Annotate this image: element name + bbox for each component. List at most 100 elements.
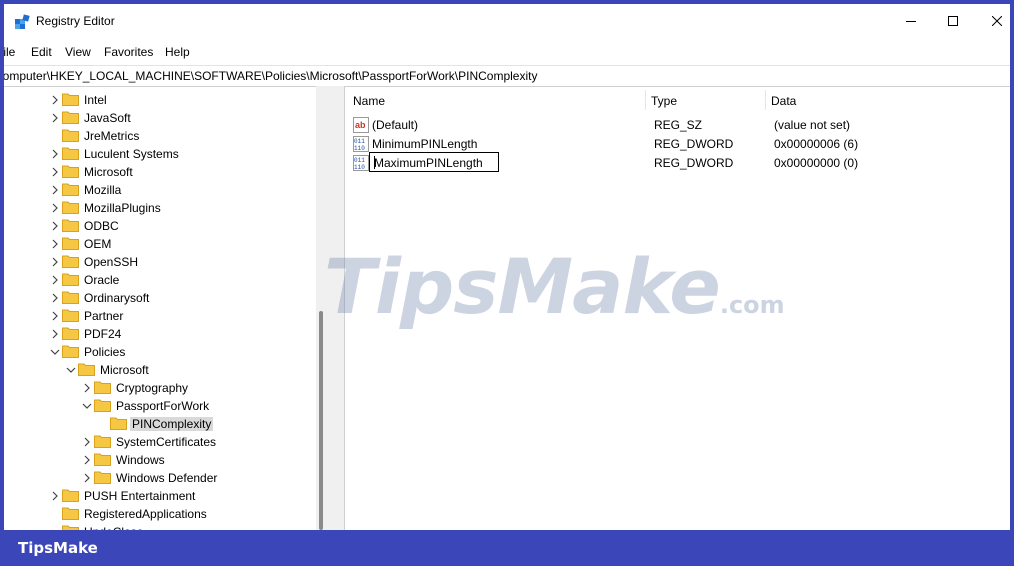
tree-node-label: RegisteredApplications [84, 507, 207, 521]
string-value-icon: ab [353, 117, 369, 133]
column-divider[interactable] [765, 90, 766, 110]
column-header-type[interactable]: Type [651, 94, 677, 108]
registry-editor-icon [14, 14, 30, 30]
menu-file[interactable]: File [4, 45, 15, 59]
address-path[interactable]: Computer\HKEY_LOCAL_MACHINE\SOFTWARE\Pol… [4, 69, 537, 83]
close-button[interactable] [974, 4, 1010, 40]
chevron-right-icon[interactable] [50, 238, 60, 249]
value-data: 0x00000000 (0) [774, 156, 859, 170]
tree-node-label: Policies [84, 345, 126, 359]
chevron-right-icon[interactable] [50, 184, 60, 195]
registry-editor-window: Registry Editor File Edit View Favorites… [4, 4, 1010, 530]
chevron-right-icon[interactable] [82, 472, 92, 483]
key-tree: Intel JavaSoft JreMetrics Luculent Systems M… [4, 86, 328, 530]
chevron-down-icon[interactable] [66, 364, 76, 374]
folder-icon [62, 110, 79, 124]
column-header-name[interactable]: Name [353, 94, 385, 108]
folder-icon [62, 146, 79, 160]
chevron-right-icon[interactable] [50, 328, 60, 339]
folder-icon [94, 398, 111, 412]
watermark: TipsMake.com [324, 242, 785, 331]
value-data: 0x00000006 (6) [774, 137, 859, 151]
svg-text:110: 110 [354, 145, 365, 152]
chevron-right-icon[interactable] [50, 310, 60, 321]
tree-node-label: Luculent Systems [84, 147, 179, 161]
folder-icon [62, 128, 79, 142]
chevron-right-icon[interactable] [50, 166, 60, 177]
chevron-down-icon[interactable] [82, 400, 92, 410]
text-caret [374, 156, 375, 169]
tree-node-label: UndoClose [84, 525, 143, 530]
column-divider[interactable] [645, 90, 646, 110]
folder-icon [110, 416, 127, 430]
chevron-right-icon[interactable] [50, 490, 60, 501]
tree-node-label: OEM [84, 237, 112, 251]
tree-scrollbar-thumb[interactable] [319, 311, 323, 530]
tree-node-label: Windows [116, 453, 165, 467]
address-bar[interactable]: Computer\HKEY_LOCAL_MACHINE\SOFTWARE\Pol… [4, 65, 1010, 87]
menu-view[interactable]: View [65, 45, 91, 59]
column-header-data[interactable]: Data [771, 94, 796, 108]
value-data: (value not set) [774, 118, 851, 132]
svg-text:ab: ab [355, 120, 366, 130]
tree-node-label: Cryptography [116, 381, 189, 395]
tree-node-label: OpenSSH [84, 255, 139, 269]
value-row[interactable]: 011 110 MinimumPINLength REG_DWORD 0x0000000… [345, 135, 1010, 153]
chevron-right-icon[interactable] [50, 148, 60, 159]
tree-node-label: PINComplexity [130, 417, 214, 431]
tree-node-label: PUSH Entertainment [84, 489, 196, 503]
chevron-right-icon[interactable] [50, 274, 60, 285]
footer-brand: TipsMake [18, 539, 98, 557]
value-name: MaximumPINLength [374, 156, 483, 170]
maximize-icon [948, 15, 958, 29]
watermark-text: TipsMake [324, 242, 721, 331]
maximize-button[interactable] [930, 4, 976, 40]
folder-icon [62, 326, 79, 340]
chevron-right-icon[interactable] [50, 94, 60, 105]
value-row[interactable]: ab (Default) REG_SZ (value not set) [345, 116, 1010, 134]
folder-icon [62, 488, 79, 502]
chevron-right-icon[interactable] [82, 454, 92, 465]
chevron-right-icon[interactable] [50, 202, 60, 213]
tree-node-label: JreMetrics [84, 129, 140, 143]
folder-icon [62, 524, 79, 530]
menu-help[interactable]: Help [165, 45, 190, 59]
tree-node-label: Microsoft [84, 165, 133, 179]
menu-bar: File Edit View Favorites Help [4, 42, 1010, 64]
chevron-right-icon[interactable] [50, 112, 60, 123]
svg-text:011: 011 [354, 138, 365, 145]
minimize-button[interactable] [888, 4, 934, 40]
menu-edit[interactable]: Edit [31, 45, 52, 59]
folder-icon [62, 272, 79, 286]
tree-node-label: Intel [84, 93, 107, 107]
value-row[interactable]: 011 110 MaximumPINLength REG_DWORD 0x0000000… [345, 152, 1010, 172]
title-bar[interactable]: Registry Editor [4, 4, 1010, 40]
chevron-right-icon[interactable] [50, 292, 60, 303]
folder-icon [62, 164, 79, 178]
tree-node-label: ODBC [84, 219, 119, 233]
value-type: REG_DWORD [654, 156, 734, 170]
folder-icon [94, 470, 111, 484]
folder-icon [94, 434, 111, 448]
tree-node-label: SystemCertificates [116, 435, 217, 449]
value-name: (Default) [372, 118, 419, 132]
tree-node-label: Partner [84, 309, 124, 323]
folder-icon [62, 92, 79, 106]
dword-value-icon: 011 110 [353, 155, 369, 171]
menu-favorites[interactable]: Favorites [104, 45, 153, 59]
folder-icon [62, 218, 79, 232]
value-type: REG_DWORD [654, 137, 734, 151]
svg-text:110: 110 [354, 164, 365, 171]
rename-input[interactable]: MaximumPINLength [369, 152, 499, 172]
tree-node-label: Oracle [84, 273, 120, 287]
chevron-right-icon[interactable] [82, 382, 92, 393]
chevron-right-icon[interactable] [82, 436, 92, 447]
tree-node-label: Windows Defender [116, 471, 218, 485]
folder-icon [62, 254, 79, 268]
folder-icon [62, 344, 79, 358]
chevron-down-icon[interactable] [50, 346, 60, 356]
chevron-right-icon[interactable] [50, 256, 60, 267]
value-type: REG_SZ [654, 118, 703, 132]
tree-node-label: MozillaPlugins [84, 201, 161, 215]
chevron-right-icon[interactable] [50, 220, 60, 231]
